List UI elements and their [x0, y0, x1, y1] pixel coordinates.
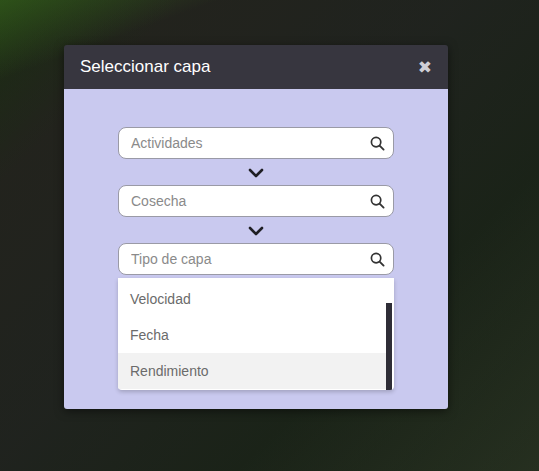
- dropdown-option[interactable]: Velocidad: [118, 281, 386, 317]
- close-button[interactable]: ✖: [418, 57, 432, 78]
- options-dropdown: VelocidadFechaRendimiento: [118, 278, 394, 390]
- search-input[interactable]: [131, 193, 370, 209]
- dropdown-option[interactable]: Fecha: [118, 317, 386, 353]
- layer-dialog: Seleccionar capa ✖ VelocidadFechaRendimien…: [64, 45, 448, 409]
- search-icon: [370, 136, 385, 151]
- scrollbar-track[interactable]: [386, 278, 392, 390]
- dialog-body: VelocidadFechaRendimiento: [64, 89, 448, 409]
- search-field[interactable]: [118, 127, 394, 159]
- field-container: VelocidadFechaRendimiento: [118, 243, 394, 275]
- dialog-title: Seleccionar capa: [80, 57, 210, 77]
- chevron-down-icon: [248, 167, 264, 179]
- options-list: VelocidadFechaRendimiento: [118, 278, 386, 390]
- dialog-header: Seleccionar capa ✖: [64, 45, 448, 89]
- dropdown-option[interactable]: Rendimiento: [118, 353, 386, 389]
- search-icon: [370, 252, 385, 267]
- search-field[interactable]: [118, 185, 394, 217]
- chevron-down-icon: [248, 225, 264, 237]
- search-input[interactable]: [131, 135, 370, 151]
- scrollbar-thumb[interactable]: [386, 303, 392, 390]
- search-input[interactable]: [131, 251, 370, 267]
- search-field[interactable]: [118, 243, 394, 275]
- field-container: [118, 185, 394, 217]
- field-container: [118, 127, 394, 159]
- search-icon: [370, 194, 385, 209]
